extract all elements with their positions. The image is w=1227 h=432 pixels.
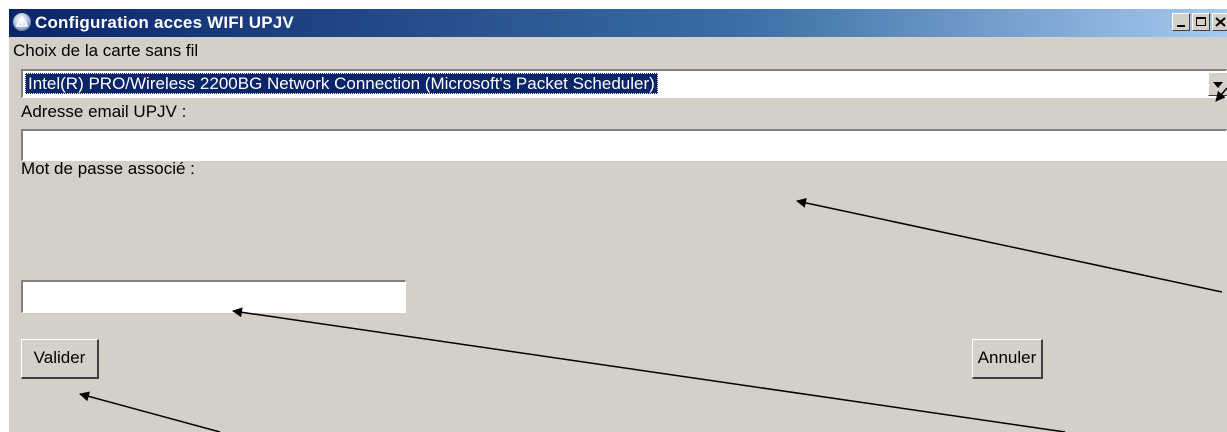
window-title: Configuration acces WIFI UPJV <box>35 13 294 32</box>
email-field[interactable] <box>21 129 1227 161</box>
app-window: Configuration acces WIFI UPJV Choix de l… <box>9 9 1227 432</box>
card-label: Choix de la carte sans fil <box>13 41 199 60</box>
close-button[interactable] <box>1212 13 1227 31</box>
password-field[interactable] <box>21 280 406 313</box>
wireless-card-select[interactable]: Intel(R) PRO/Wireless 2200BG Network Con… <box>21 69 1227 98</box>
app-icon <box>12 12 32 32</box>
cancel-button[interactable]: Annuler <box>972 339 1043 379</box>
validate-button[interactable]: Valider <box>21 339 99 379</box>
dropdown-arrow-button[interactable] <box>1208 72 1227 96</box>
close-icon <box>1215 17 1226 27</box>
email-label: Adresse email UPJV : <box>21 102 187 121</box>
maximize-button[interactable] <box>1192 13 1210 31</box>
wireless-card-selected-value[interactable]: Intel(R) PRO/Wireless 2200BG Network Con… <box>25 73 658 94</box>
title-bar[interactable]: Configuration acces WIFI UPJV <box>9 9 1227 37</box>
minimize-button[interactable] <box>1172 13 1190 31</box>
password-label: Mot de passe associé : <box>21 159 195 178</box>
